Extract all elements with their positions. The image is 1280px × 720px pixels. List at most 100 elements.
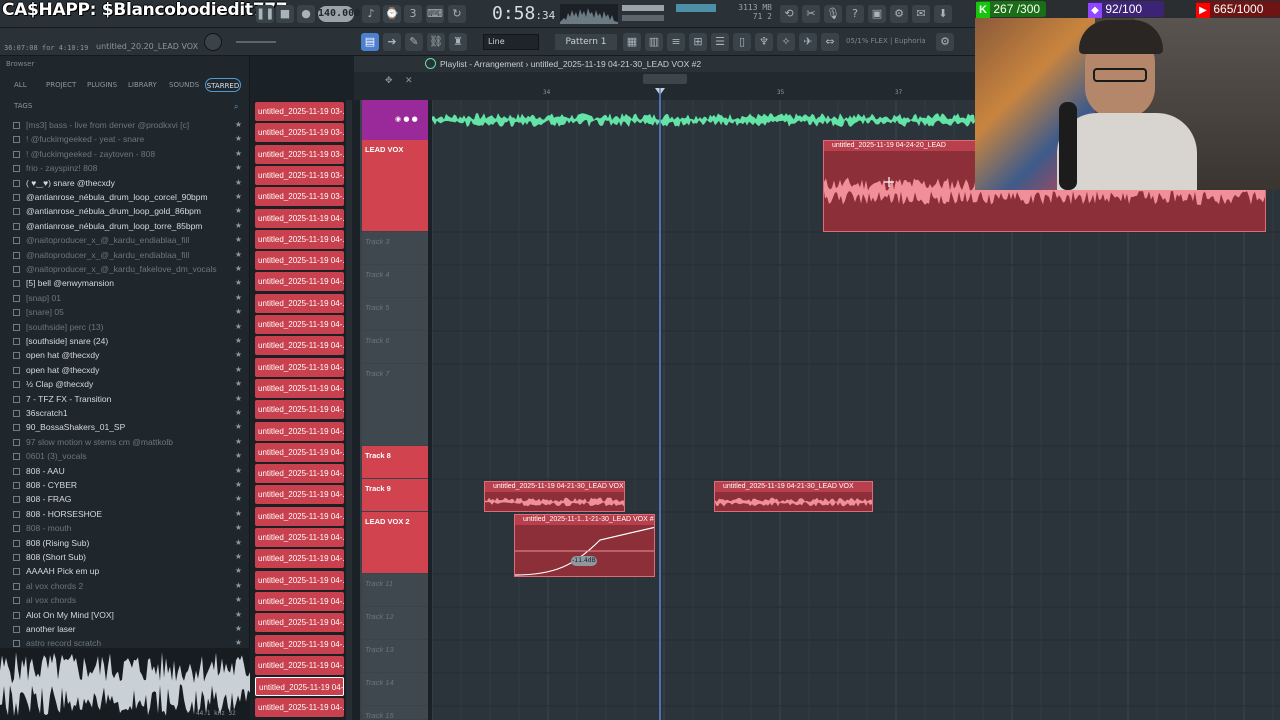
clip-list-item[interactable]: untitled_2025-11-19 04-... [255,336,344,356]
clip-list-item[interactable]: untitled_2025-11-19 03-... [255,187,344,207]
bird-icon[interactable]: ✈ [799,33,817,51]
clip-list-item[interactable]: untitled_2025-11-19 03-... [255,165,344,185]
search-icon[interactable]: ⌕ [234,102,238,112]
master-pitch-slider[interactable] [622,15,664,21]
clip-lead-vox-2[interactable]: untitled_2025-11-1..1-21-30_LEAD VOX #4 [514,514,655,577]
clip-list-item[interactable]: untitled_2025-11-19 04-... [255,570,344,590]
star-icon[interactable]: ★ [235,363,242,377]
clip-list-item[interactable]: untitled_2025-11-19 04-... [255,655,344,675]
browser-item[interactable]: ! @fuckimgeeked - zaytoven - 808 ★ [0,147,248,161]
link-icon[interactable]: ⛓ [427,33,445,51]
help-icon[interactable]: ? [846,5,864,23]
plugin-picker-icon[interactable]: ⊞ [689,33,707,51]
browser-item[interactable]: 90_BossaShakers_01_SP ★ [0,420,248,434]
browser-item[interactable]: [5] bell @enwymansion ★ [0,276,248,290]
browser-item[interactable]: 808 (Short Sub) ★ [0,550,248,564]
browser-item[interactable]: another laser ★ [0,622,248,636]
clip-list-item[interactable]: untitled_2025-11-19 03-... [255,102,344,121]
star-icon[interactable]: ★ [235,377,242,391]
pencil-icon[interactable]: ✎ [405,33,423,51]
star-icon[interactable]: ★ [235,262,242,276]
clip-list-item[interactable]: untitled_2025-11-19 03-... [255,123,344,143]
tab-starred[interactable]: STARRED [205,78,241,92]
pitch-slider[interactable] [236,41,276,43]
stretch-icon[interactable]: ⇔ [821,33,839,51]
browser-icon[interactable]: ☰ [711,33,729,51]
star-icon[interactable]: ★ [235,147,242,161]
save-icon[interactable]: ▣ [868,5,886,23]
star-icon[interactable]: ★ [235,305,242,319]
clip-list-item[interactable]: untitled_2025-11-19 03-... [255,144,344,164]
browser-item[interactable]: ½ Clap @thecxdy ★ [0,377,248,391]
browser-item[interactable]: 0601 (3)_vocals ★ [0,449,248,463]
browser-item[interactable]: 808 - FRAG ★ [0,492,248,506]
cut-icon[interactable]: ✂ [802,5,820,23]
star-icon[interactable]: ★ [235,478,242,492]
metronome-icon[interactable]: ♪ [362,5,380,23]
snap-icon[interactable]: ✥ [385,76,393,86]
playhead[interactable] [659,88,661,720]
tab-plugins[interactable]: PLUGINS [87,78,117,92]
star-icon[interactable]: ★ [235,276,242,290]
clip-list-item[interactable]: untitled_2025-11-19 04-... [255,272,344,292]
star-icon[interactable]: ★ [235,291,242,305]
star-icon[interactable]: ★ [235,248,242,262]
browser-item[interactable]: Alot On My Mind [VOX] ★ [0,608,248,622]
chat-icon[interactable]: ✉ [912,5,930,23]
stamp-icon[interactable]: ♜ [449,33,467,51]
star-icon[interactable]: ★ [235,622,242,636]
tempo-display[interactable]: 140.000 [318,6,360,22]
master-knob[interactable] [204,33,222,51]
horizontal-scrollbar[interactable] [643,74,687,84]
browser-item[interactable]: 808 (Rising Sub) ★ [0,536,248,550]
star-icon[interactable]: ★ [235,190,242,204]
file-icon[interactable]: ▯ [733,33,751,51]
browser-item[interactable]: 808 - CYBER ★ [0,478,248,492]
arrow-icon[interactable]: ➜ [383,33,401,51]
star-icon[interactable]: ★ [235,392,242,406]
browser-item[interactable]: ! @fuckimgeeked - yeat - snare ★ [0,132,248,146]
star-icon[interactable]: ★ [235,320,242,334]
star-icon[interactable]: ★ [235,348,242,362]
clip-list-item[interactable]: untitled_2025-11-19 04-... [255,698,344,718]
browser-item[interactable]: 36scratch1 ★ [0,406,248,420]
browser-item[interactable]: @antianrose_nébula_drum_loop_gold_86bpm ★ [0,204,248,218]
star-icon[interactable]: ★ [235,176,242,190]
wait-input-icon[interactable]: ⌚ [383,5,401,23]
countdown-icon[interactable]: 3 [404,5,422,23]
star-icon[interactable]: ★ [235,608,242,622]
wand-icon[interactable]: ✧ [777,33,795,51]
clip-list-item[interactable]: untitled_2025-11-19 04-... [255,677,344,697]
browser-item[interactable]: 808 - AAU ★ [0,464,248,478]
browser-item[interactable]: [ms3] bass - live from denver @prodkxvi … [0,118,248,132]
mute-icon[interactable]: ◉ ● ● [395,115,418,123]
star-icon[interactable]: ★ [235,550,242,564]
tab-all[interactable]: ALL [14,78,27,92]
download-icon[interactable]: ⬇ [934,5,952,23]
clip-track9-b[interactable]: untitled_2025-11-19 04-21-30_LEAD VOX [714,481,873,512]
clip-list-item[interactable]: untitled_2025-11-19 04-... [255,613,344,633]
loop-record-icon[interactable]: ↻ [448,5,466,23]
step-edit-icon[interactable]: ⌨ [426,5,444,23]
pause-button[interactable]: ❚❚ [256,5,274,23]
star-icon[interactable]: ★ [235,507,242,521]
browser-item[interactable]: frio - zayspinz! 808 ★ [0,161,248,175]
star-icon[interactable]: ★ [235,536,242,550]
tab-library[interactable]: LIBRARY [128,78,157,92]
clip-list-item[interactable]: untitled_2025-11-19 04-... [255,357,344,377]
star-icon[interactable]: ★ [235,204,242,218]
clip-list-item[interactable]: untitled_2025-11-19 04-... [255,591,344,611]
star-icon[interactable]: ★ [235,464,242,478]
clip-list-item[interactable]: untitled_2025-11-19 04-... [255,378,344,398]
settings-icon[interactable]: ⚙ [936,33,954,51]
tuning-icon[interactable]: ♆ [755,33,773,51]
browser-item[interactable]: 808 - mouth ★ [0,521,248,535]
close-icon[interactable]: ✕ [405,76,413,86]
clip-list-item[interactable]: untitled_2025-11-19 04-... [255,208,344,228]
browser-item[interactable]: [southside] perc (13) ★ [0,320,248,334]
star-icon[interactable]: ★ [235,219,242,233]
browser-item[interactable]: @naitoproducer_x_@_kardu_fakelove_dm_voc… [0,262,248,276]
piano-roll-icon[interactable]: ▦ [623,33,641,51]
browser-item[interactable]: al vox chords ★ [0,593,248,607]
clip-list-item[interactable]: untitled_2025-11-19 04-... [255,229,344,249]
